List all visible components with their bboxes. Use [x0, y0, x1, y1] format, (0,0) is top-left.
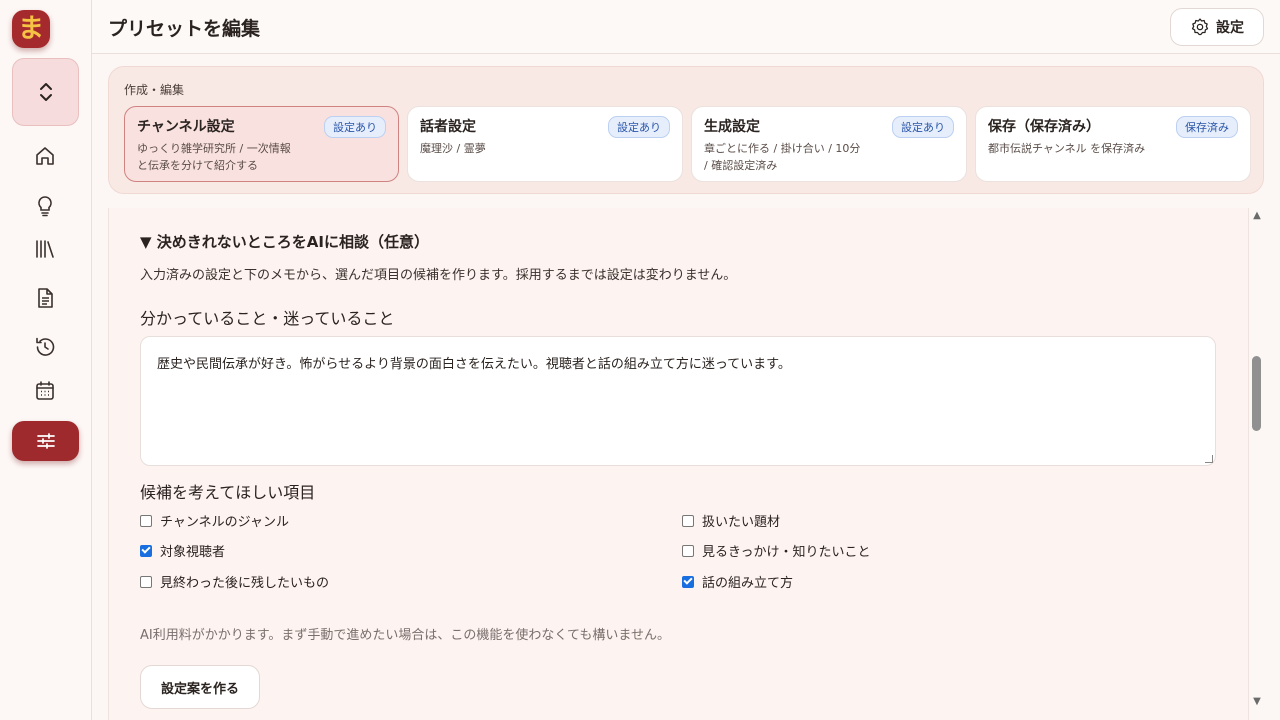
step-desc: 都市伝説チャンネル を保存済み	[988, 141, 1238, 158]
header: プリセットを編集 設定	[92, 0, 1280, 54]
step-card-save[interactable]: 保存（保存済み） 保存済み 都市伝説チャンネル を保存済み	[975, 106, 1251, 182]
ai-consult-toggle[interactable]: ▼ 決めきれないところをAIに相談（任意）	[140, 231, 429, 252]
steps-panel: 作成・編集 チャンネル設定 設定あり ゆっくり雑学研究所 / 一次情報 と伝承を…	[108, 66, 1264, 194]
step-desc-line: 都市伝説チャンネル を保存済み	[988, 142, 1146, 155]
status-badge: 設定あり	[892, 116, 954, 138]
memo-text: 歴史や民間伝承が好き。怖がらせるより背景の面白さを伝えたい。視聴者と話の組み立て…	[157, 357, 791, 372]
scroll-down-icon[interactable]: ▼	[1251, 696, 1263, 708]
option-checkbox-structure[interactable]: 話の組み立て方	[682, 572, 793, 591]
option-label: 扱いたい題材	[702, 515, 781, 530]
ai-consult-description: 入力済みの設定と下のメモから、選んだ項目の候補を作ります。採用するまでは設定は変…	[140, 268, 737, 283]
memo-label: 分かっていること・迷っていること	[140, 309, 395, 328]
history-icon[interactable]	[32, 334, 58, 360]
status-badge: 保存済み	[1176, 116, 1238, 138]
scrollbar[interactable]: ▲ ▼	[1249, 208, 1265, 712]
option-label: 対象視聴者	[160, 545, 226, 560]
status-badge: 設定あり	[324, 116, 386, 138]
step-desc-line: と伝承を分けて紹介する	[137, 158, 258, 172]
gear-icon	[1191, 18, 1209, 36]
step-desc: 章ごとに作る / 掛け合い / 10分 / 確認設定済み	[704, 141, 954, 174]
generate-settings-button[interactable]: 設定案を作る	[140, 665, 260, 709]
memo-textarea[interactable]: 歴史や民間伝承が好き。怖がらせるより背景の面白さを伝えたい。視聴者と話の組み立て…	[140, 336, 1216, 466]
step-desc-line: / 確認設定済み	[704, 158, 778, 172]
option-label: チャンネルのジャンル	[160, 515, 289, 530]
option-checkbox-motivation[interactable]: 見るきっかけ・知りたいこと	[682, 541, 870, 560]
option-checkbox-audience[interactable]: 対象視聴者	[140, 541, 225, 560]
status-badge: 設定あり	[608, 116, 670, 138]
candidates-label: 候補を考えてほしい項目	[140, 483, 316, 502]
step-desc-line: 魔理沙 / 霊夢	[420, 142, 486, 155]
scroll-up-icon[interactable]: ▲	[1251, 210, 1263, 222]
checkbox[interactable]	[140, 544, 152, 557]
app-logo[interactable]: ま	[12, 10, 50, 48]
checkbox[interactable]	[682, 575, 694, 588]
step-card-speakers[interactable]: 話者設定 設定あり 魔理沙 / 霊夢	[407, 106, 683, 182]
lightbulb-icon[interactable]	[32, 193, 58, 219]
step-desc: ゆっくり雑学研究所 / 一次情報 と伝承を分けて紹介する	[137, 141, 386, 174]
scrollbar-thumb[interactable]	[1252, 356, 1261, 431]
sidebar: ま	[0, 0, 92, 720]
step-desc-line: 章ごとに作る / 掛け合い / 10分	[704, 142, 861, 155]
checkbox[interactable]	[140, 575, 152, 588]
steps-label: 作成・編集	[124, 83, 185, 97]
settings-label: 設定	[1216, 20, 1244, 36]
checkbox[interactable]	[140, 514, 152, 527]
library-icon[interactable]	[32, 236, 58, 262]
settings-button[interactable]: 設定	[1170, 8, 1264, 46]
document-icon[interactable]	[32, 285, 58, 311]
calendar-icon[interactable]	[32, 378, 58, 404]
nav-item-presets[interactable]	[12, 421, 79, 461]
step-card-channel[interactable]: チャンネル設定 設定あり ゆっくり雑学研究所 / 一次情報 と伝承を分けて紹介す…	[124, 106, 399, 182]
home-icon[interactable]	[32, 143, 58, 169]
checkbox[interactable]	[682, 514, 694, 527]
step-card-generation[interactable]: 生成設定 設定あり 章ごとに作る / 掛け合い / 10分 / 確認設定済み	[691, 106, 967, 182]
preset-switcher-button[interactable]	[12, 58, 79, 126]
chevron-updown-icon	[39, 83, 52, 101]
cost-note: AI利用料がかかります。まず手動で進めたい場合は、この機能を使わなくても構いませ…	[140, 628, 670, 643]
checkbox[interactable]	[682, 544, 694, 557]
step-desc: 魔理沙 / 霊夢	[420, 141, 670, 158]
option-label: 話の組み立て方	[702, 576, 794, 591]
step-desc-line: ゆっくり雑学研究所 / 一次情報	[137, 142, 291, 155]
option-label: 見るきっかけ・知りたいこと	[702, 545, 871, 560]
page-title: プリセットを編集	[108, 18, 261, 40]
option-checkbox-genre[interactable]: チャンネルのジャンル	[140, 511, 289, 530]
option-checkbox-topic[interactable]: 扱いたい題材	[682, 511, 780, 530]
option-label: 見終わった後に残したいもの	[160, 576, 330, 591]
option-checkbox-takeaway[interactable]: 見終わった後に残したいもの	[140, 572, 329, 591]
resize-handle-icon[interactable]	[1205, 455, 1213, 463]
sliders-icon	[36, 433, 55, 449]
